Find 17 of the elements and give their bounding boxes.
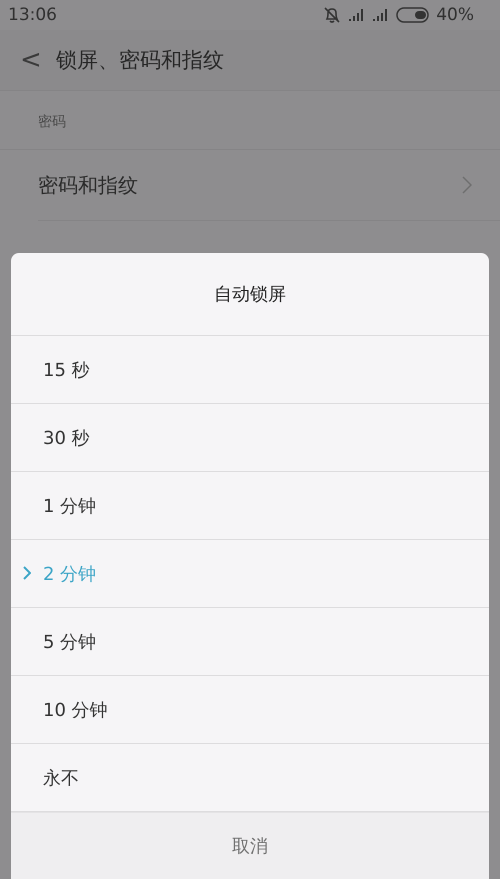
- option-item[interactable]: 10 分钟: [43, 698, 108, 722]
- settings-row[interactable]: 密码和指纹: [38, 150, 500, 221]
- battery-icon: [396, 7, 430, 23]
- chevron-right-icon: [23, 566, 31, 580]
- chevron-right-icon: [462, 176, 472, 194]
- dialog-title: 自动锁屏: [214, 283, 286, 306]
- option-item[interactable]: 5 分钟: [43, 630, 96, 654]
- option-item[interactable]: 15 秒: [43, 358, 90, 382]
- battery-percent: 40%: [436, 5, 474, 25]
- option-item[interactable]: 1 分钟: [43, 494, 96, 518]
- option-item[interactable]: 永不: [43, 766, 79, 790]
- status-time: 13:06: [8, 5, 57, 25]
- option-item[interactable]: 30 秒: [43, 426, 90, 450]
- section-header: 密码: [38, 114, 66, 130]
- cancel-button[interactable]: 取消: [212, 828, 288, 864]
- page-title: 锁屏、密码和指纹: [56, 47, 224, 74]
- bell-off-icon: [322, 6, 342, 24]
